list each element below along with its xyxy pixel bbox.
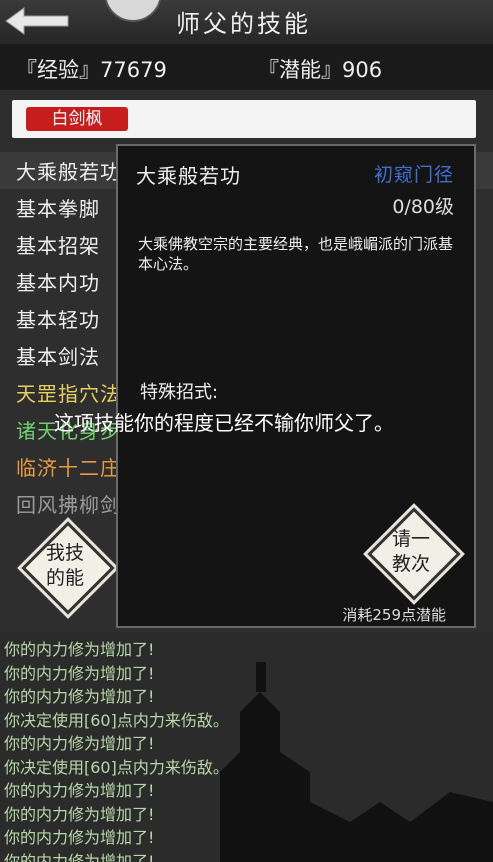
- request-teach-label-line2: 教次: [391, 553, 430, 575]
- log-line: 你的内力修为增加了!: [4, 734, 155, 753]
- log-line: 你决定使用[60]点内力来伤敌。: [4, 757, 229, 777]
- popup-skill-grade: 0/80级: [392, 196, 454, 218]
- popup-cost: 消耗259点潜能: [342, 606, 446, 624]
- popup-description: 大乘佛教空宗的主要经典，也是峨嵋派的门派基本心法。: [138, 235, 454, 273]
- log-line: 你的内力修为增加了!: [4, 640, 155, 659]
- avatar[interactable]: [104, 0, 162, 22]
- pagoda-silhouette-icon: [220, 662, 493, 862]
- back-arrow-icon[interactable]: [4, 6, 70, 36]
- log-line: 你的内力修为增加了!: [4, 781, 155, 800]
- master-name-bar: 白剑枫: [12, 100, 476, 138]
- potential-stat: 『潜能』906: [258, 58, 383, 82]
- message-log: 你的内力修为增加了! 你的内力修为增加了! 你的内力修为增加了! 你决定使用[60]点…: [0, 632, 493, 862]
- experience-stat: 『经验』77679: [16, 58, 167, 82]
- skill-name: 天罡指穴法: [16, 382, 121, 406]
- skill-name: 基本剑法: [16, 345, 100, 369]
- log-line: 你的内力修为增加了!: [4, 851, 155, 862]
- page-title: 师父的技能: [176, 10, 311, 38]
- log-line: 你的内力修为增加了!: [4, 687, 155, 706]
- skill-detail-popup: 大乘般若功 初窥门径 0/80级 大乘佛教空宗的主要经典，也是峨嵋派的门派基本心…: [116, 144, 476, 628]
- log-line: 你的内力修为增加了!: [4, 663, 155, 683]
- skill-name: 大乘般若功: [16, 160, 121, 184]
- my-skills-label-line1: 我技: [45, 542, 84, 564]
- skill-name: 基本拳脚: [16, 197, 100, 221]
- log-line: 你的内力修为增加了!: [4, 804, 155, 824]
- skill-name: 回风拂柳剑: [16, 493, 121, 517]
- request-teach-button[interactable]: 请一 教次: [367, 507, 461, 601]
- log-line: 你决定使用[60]点内力来伤敌。: [4, 710, 229, 730]
- popup-skill-level: 初窥门径: [373, 164, 454, 186]
- skill-name: 基本内功: [16, 271, 100, 295]
- skill-name: 基本轻功: [16, 308, 100, 332]
- master-name-badge: 白剑枫: [26, 107, 128, 131]
- skill-name: 基本招架: [16, 234, 100, 258]
- skill-name: 临济十二庄: [16, 456, 121, 480]
- my-skills-label-line2: 的能: [45, 567, 84, 589]
- top-bar: 师父的技能: [0, 0, 493, 44]
- toast-message: 这项技能你的程度已经不输你师父了。: [54, 411, 394, 435]
- popup-special-label: 特殊招式:: [140, 382, 219, 403]
- popup-skill-name: 大乘般若功: [136, 164, 241, 188]
- log-line: 你的内力修为增加了!: [4, 828, 155, 847]
- my-skills-button[interactable]: 我技 的能: [21, 521, 115, 615]
- request-teach-label-line1: 请一: [391, 528, 430, 550]
